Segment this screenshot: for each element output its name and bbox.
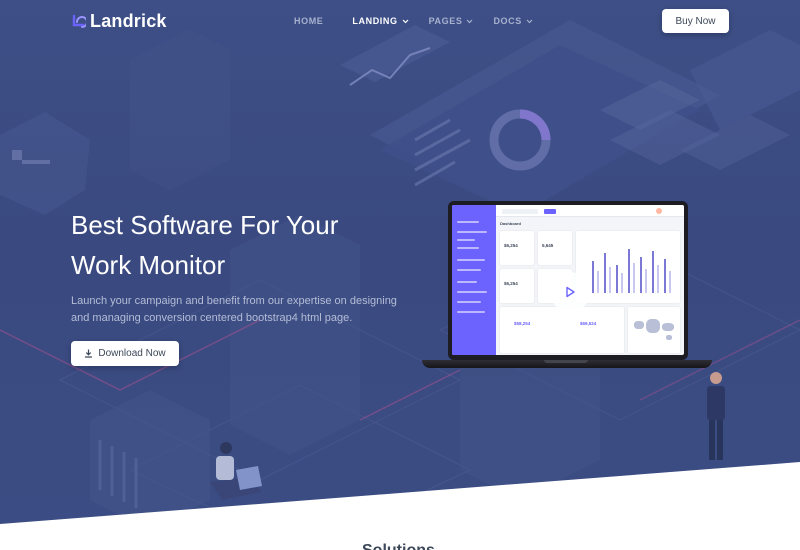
laptop-mockup: Dashboard $6,254 5,645 $6,254 $58,254 $6… (420, 200, 714, 372)
chevron-down-icon (526, 19, 533, 23)
chart-bar (609, 267, 611, 293)
chart-bar (640, 257, 642, 293)
buy-now-button[interactable]: Buy Now (662, 9, 729, 33)
chart-bar (652, 251, 654, 293)
chart-bar (604, 253, 606, 293)
sidebar-line (457, 247, 479, 249)
chevron-down-icon (467, 19, 473, 23)
next-section-heading: Solutions (362, 542, 435, 550)
sidebar-line (457, 231, 487, 233)
chart-bar (664, 259, 666, 293)
chart-bar (616, 265, 618, 293)
chevron-down-icon (402, 19, 409, 23)
nav-item-landing[interactable]: LANDING (352, 16, 409, 26)
nav-item-pages[interactable]: PAGES (429, 16, 474, 26)
play-video-button[interactable] (550, 272, 590, 312)
sidebar-line (457, 239, 475, 241)
revenue-value: $58,254 (514, 321, 531, 326)
dashboard-page-title: Dashboard (500, 221, 521, 226)
sidebar-line (457, 221, 479, 223)
stat-value: $6,254 (504, 281, 518, 286)
laptop-notch (544, 360, 588, 363)
nav-item-label: LANDING (352, 16, 398, 26)
play-icon (566, 286, 575, 298)
hero-title: Best Software For Your Work Monitor (71, 205, 431, 285)
download-now-button[interactable]: Download Now (71, 341, 179, 366)
stat-value: $6,254 (504, 243, 518, 248)
stat-card: $6,254 (500, 269, 534, 303)
sidebar-line (457, 301, 481, 303)
chart-bar (645, 269, 647, 293)
stat-card: 5,645 (538, 231, 572, 265)
revenue-card: $58,254 $69,524 (500, 307, 624, 353)
download-icon (85, 349, 93, 358)
landrick-logo-icon (72, 14, 86, 28)
hero-description-line: Launch your campaign and benefit from ou… (71, 295, 397, 307)
download-now-label: Download Now (98, 348, 166, 359)
bar-chart-card (576, 231, 680, 303)
map-shape (646, 319, 660, 333)
brand-name: Landrick (90, 11, 167, 31)
map-shape (662, 323, 674, 331)
nav-item-label: HOME (294, 16, 324, 26)
chart-bar (669, 271, 671, 293)
sidebar-line (457, 281, 477, 283)
nav-item-label: PAGES (428, 16, 463, 26)
stat-value: 5,645 (542, 243, 554, 248)
dashboard-screenshot: Dashboard $6,254 5,645 $6,254 $58,254 $6… (452, 205, 684, 355)
avatar (656, 208, 662, 214)
chart-bar (633, 263, 635, 293)
main-nav: HOME LANDING PAGES DOCS (294, 16, 533, 26)
chart-bar (621, 273, 623, 293)
map-shape (666, 335, 672, 340)
chart-bar (628, 249, 630, 293)
map-shape (634, 321, 644, 329)
nav-item-home[interactable]: HOME (294, 16, 323, 26)
hero-title-line: Work Monitor (71, 250, 226, 280)
dashboard-search-button (544, 209, 556, 214)
chart-bar (592, 261, 594, 293)
nav-item-docs[interactable]: DOCS (493, 16, 533, 26)
laptop-screen-frame: Dashboard $6,254 5,645 $6,254 $58,254 $6… (448, 201, 688, 360)
dashboard-topbar (496, 205, 684, 217)
navbar: Landrick HOME LANDING PAGES DOCS Buy Now (0, 0, 800, 42)
hero-description: Launch your campaign and benefit from ou… (71, 293, 411, 327)
stat-card: $6,254 (500, 231, 534, 265)
hero-section: Landrick HOME LANDING PAGES DOCS Buy Now… (0, 0, 800, 550)
revenue-value: $69,524 (580, 321, 597, 326)
chart-bar (597, 271, 599, 293)
dashboard-sidebar (452, 205, 496, 355)
sidebar-line (457, 311, 485, 313)
sidebar-line (457, 269, 481, 271)
map-card (628, 307, 680, 353)
nav-item-label: DOCS (493, 16, 522, 26)
sidebar-line (457, 259, 485, 261)
sidebar-line (457, 291, 487, 293)
hero-description-line: and managing conversion centered bootstr… (71, 312, 353, 324)
hero-title-line: Best Software For Your (71, 210, 339, 240)
brand-logo[interactable]: Landrick (70, 11, 167, 32)
dashboard-search (502, 209, 538, 214)
chart-bar (657, 265, 659, 293)
